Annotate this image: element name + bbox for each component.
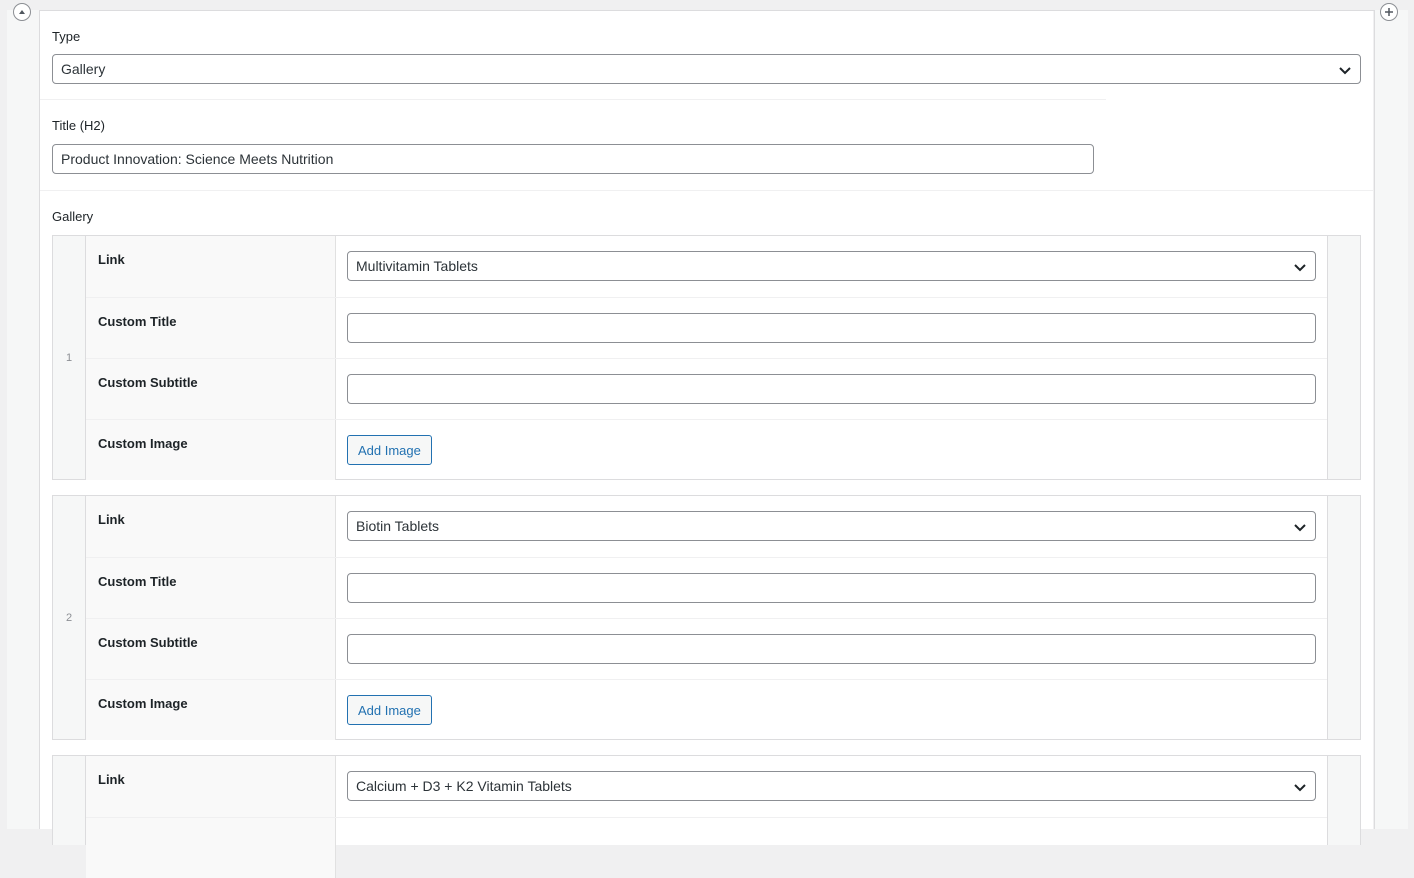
custom-title-row: [86, 817, 1327, 878]
title-input[interactable]: Product Innovation: Science Meets Nutrit…: [52, 144, 1094, 174]
link-label: Link: [98, 512, 125, 527]
custom-title-label: Custom Title: [98, 314, 177, 329]
link-row: Link Calcium + D3 + K2 Vitamin Tablets: [86, 756, 1327, 817]
title-input-value: Product Innovation: Science Meets Nutrit…: [61, 151, 334, 167]
input-cell: Add Image: [336, 420, 1327, 480]
input-cell: Calcium + D3 + K2 Vitamin Tablets: [336, 756, 1327, 817]
label-cell: [86, 818, 336, 878]
row-remove-column[interactable]: [1327, 236, 1360, 479]
add-image-button[interactable]: Add Image: [347, 695, 432, 725]
row-remove-column[interactable]: [1327, 756, 1360, 845]
custom-image-row: Custom Image Add Image: [86, 679, 1327, 740]
custom-subtitle-row: Custom Subtitle: [86, 358, 1327, 419]
link-select-value: Multivitamin Tablets: [356, 258, 478, 274]
add-layout-button[interactable]: [1380, 3, 1398, 21]
link-select[interactable]: Calcium + D3 + K2 Vitamin Tablets: [347, 771, 1316, 801]
title-label: Title (H2): [52, 118, 105, 133]
label-cell: Custom Subtitle: [86, 619, 336, 679]
label-cell: Link: [86, 496, 336, 557]
link-label: Link: [98, 252, 125, 267]
input-cell: [336, 619, 1327, 679]
layout-content: Type Gallery Title (H2) Product Innovati…: [40, 11, 1373, 878]
custom-subtitle-row: Custom Subtitle: [86, 618, 1327, 679]
divider: [40, 190, 1373, 191]
divider: [40, 99, 1106, 100]
label-cell: Custom Title: [86, 558, 336, 618]
label-cell: Custom Title: [86, 298, 336, 358]
label-cell: Link: [86, 236, 336, 297]
link-select-value: Calcium + D3 + K2 Vitamin Tablets: [356, 778, 572, 794]
chevron-down-icon: [1339, 67, 1351, 75]
input-cell: Add Image: [336, 680, 1327, 740]
input-cell: Biotin Tablets: [336, 496, 1327, 557]
custom-subtitle-label: Custom Subtitle: [98, 635, 198, 650]
type-select[interactable]: Gallery: [52, 54, 1361, 84]
chevron-down-icon: [1294, 784, 1306, 792]
link-label: Link: [98, 772, 125, 787]
input-cell: [336, 818, 1327, 878]
label-cell: Custom Image: [86, 420, 336, 480]
custom-image-row: Custom Image Add Image: [86, 419, 1327, 480]
type-label: Type: [52, 29, 81, 44]
custom-title-label: Custom Title: [98, 574, 177, 589]
collapse-arrow-icon: [19, 10, 25, 14]
custom-title-row: Custom Title: [86, 297, 1327, 358]
label-cell: Custom Subtitle: [86, 359, 336, 419]
custom-title-row: Custom Title: [86, 557, 1327, 618]
link-select[interactable]: Biotin Tablets: [347, 511, 1316, 541]
label-cell: Custom Image: [86, 680, 336, 740]
custom-title-input[interactable]: [347, 313, 1316, 343]
link-select[interactable]: Multivitamin Tablets: [347, 251, 1316, 281]
type-select-value: Gallery: [61, 61, 106, 77]
custom-subtitle-input[interactable]: [347, 634, 1316, 664]
chevron-down-icon: [1294, 264, 1306, 272]
link-select-value: Biotin Tablets: [356, 518, 440, 534]
custom-image-label: Custom Image: [98, 696, 188, 711]
row-drag-handle[interactable]: [53, 756, 86, 845]
add-image-button[interactable]: Add Image: [347, 435, 432, 465]
row-index: 1: [65, 351, 73, 364]
link-row: Link Biotin Tablets: [86, 496, 1327, 557]
row-remove-column[interactable]: [1327, 496, 1360, 739]
link-row: Link Multivitamin Tablets: [86, 236, 1327, 297]
input-cell: [336, 359, 1327, 419]
custom-subtitle-input[interactable]: [347, 374, 1316, 404]
collapse-layout-button[interactable]: [13, 3, 31, 21]
gallery-row: Link Calcium + D3 + K2 Vitamin Tablets: [52, 755, 1361, 878]
row-drag-handle[interactable]: 1: [53, 236, 86, 479]
gallery-label: Gallery: [52, 209, 94, 224]
gallery-row: 1 Link Multivitamin Tablets Custom Title: [52, 235, 1361, 480]
row-index: 2: [65, 611, 73, 624]
row-drag-handle[interactable]: 2: [53, 496, 86, 739]
input-cell: Multivitamin Tablets: [336, 236, 1327, 297]
custom-title-input[interactable]: [347, 573, 1316, 603]
gallery-row: 2 Link Biotin Tablets Custom Title Custo…: [52, 495, 1361, 740]
custom-image-label: Custom Image: [98, 436, 188, 451]
outer-left-gutter: [7, 10, 40, 829]
input-cell: [336, 558, 1327, 618]
custom-subtitle-label: Custom Subtitle: [98, 375, 198, 390]
plus-circle-icon: [1385, 8, 1393, 16]
label-cell: Link: [86, 756, 336, 817]
input-cell: [336, 298, 1327, 358]
outer-right-gutter: [1374, 10, 1408, 829]
chevron-down-icon: [1294, 524, 1306, 532]
